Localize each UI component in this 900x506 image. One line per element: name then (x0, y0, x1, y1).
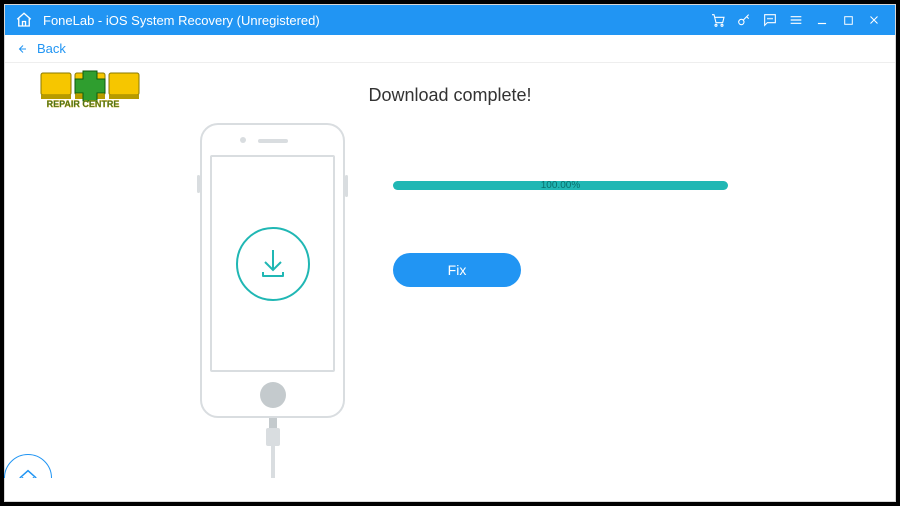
download-icon (236, 227, 310, 301)
close-button[interactable] (861, 7, 887, 33)
content-area: REPAIR CENTRE Download complete! (5, 63, 895, 501)
status-heading: Download complete! (5, 85, 895, 106)
title-bar: FoneLab - iOS System Recovery (Unregiste… (5, 5, 895, 35)
fix-button[interactable]: Fix (393, 253, 521, 287)
home-icon[interactable] (13, 9, 35, 31)
cart-icon[interactable] (705, 7, 731, 33)
fix-button-label: Fix (448, 262, 467, 278)
minimize-button[interactable] (809, 7, 835, 33)
phone-illustration (200, 123, 345, 418)
cable-illustration (264, 418, 282, 478)
feedback-icon[interactable] (757, 7, 783, 33)
window-title: FoneLab - iOS System Recovery (Unregiste… (43, 13, 320, 28)
back-button[interactable]: Back (15, 41, 66, 56)
menu-icon[interactable] (783, 7, 809, 33)
back-label: Back (37, 41, 66, 56)
maximize-button[interactable] (835, 7, 861, 33)
app-window: FoneLab - iOS System Recovery (Unregiste… (4, 4, 896, 502)
toolbar: Back (5, 35, 895, 63)
progress-percent: 100.00% (393, 180, 728, 191)
key-icon[interactable] (731, 7, 757, 33)
back-arrow-icon (15, 43, 29, 55)
progress-bar: 100.00% (393, 181, 728, 190)
